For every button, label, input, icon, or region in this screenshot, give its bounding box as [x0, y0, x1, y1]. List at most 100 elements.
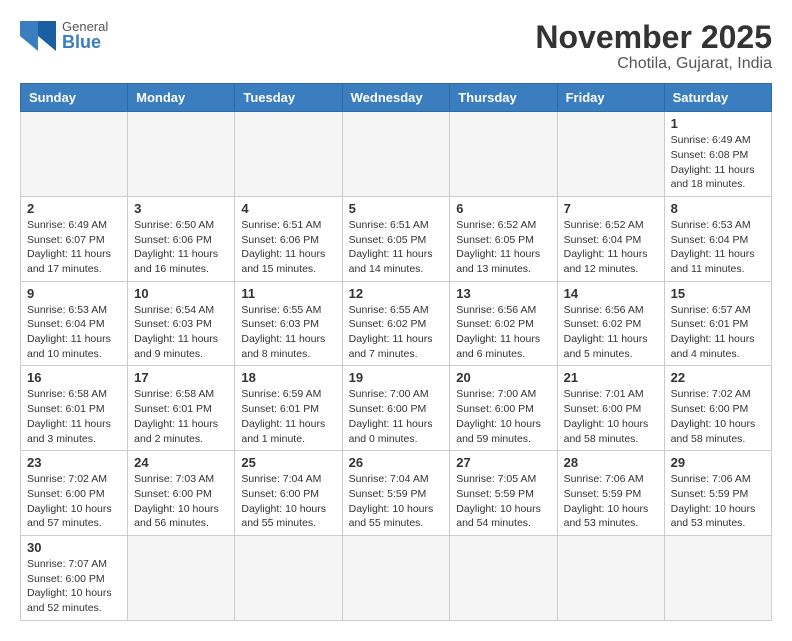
- day-info: Sunrise: 6:54 AM Sunset: 6:03 PM Dayligh…: [134, 303, 228, 362]
- day-number: 10: [134, 286, 228, 301]
- calendar-cell: [235, 535, 342, 620]
- day-info: Sunrise: 6:51 AM Sunset: 6:06 PM Dayligh…: [241, 218, 335, 277]
- day-number: 6: [456, 201, 550, 216]
- calendar-cell: 26 Sunrise: 7:04 AM Sunset: 5:59 PM Dayli…: [342, 451, 450, 536]
- day-number: 27: [456, 455, 550, 470]
- day-info: Sunrise: 7:07 AM Sunset: 6:00 PM Dayligh…: [27, 557, 121, 616]
- calendar-week-row: 16 Sunrise: 6:58 AM Sunset: 6:01 PM Dayli…: [21, 366, 772, 451]
- day-info: Sunrise: 7:03 AM Sunset: 6:00 PM Dayligh…: [134, 472, 228, 531]
- calendar-cell: [342, 535, 450, 620]
- calendar-cell: 25 Sunrise: 7:04 AM Sunset: 6:00 PM Dayli…: [235, 451, 342, 536]
- day-info: Sunrise: 6:51 AM Sunset: 6:05 PM Dayligh…: [349, 218, 444, 277]
- day-number: 16: [27, 370, 121, 385]
- day-info: Sunrise: 6:50 AM Sunset: 6:06 PM Dayligh…: [134, 218, 228, 277]
- calendar: SundayMondayTuesdayWednesdayThursdayFrid…: [20, 83, 772, 621]
- day-of-week-header: Monday: [128, 84, 235, 112]
- calendar-cell: 10 Sunrise: 6:54 AM Sunset: 6:03 PM Dayli…: [128, 281, 235, 366]
- day-of-week-header: Sunday: [21, 84, 128, 112]
- day-number: 24: [134, 455, 228, 470]
- day-info: Sunrise: 7:02 AM Sunset: 6:00 PM Dayligh…: [27, 472, 121, 531]
- calendar-cell: [342, 112, 450, 197]
- day-info: Sunrise: 6:49 AM Sunset: 6:08 PM Dayligh…: [671, 133, 765, 192]
- day-info: Sunrise: 6:52 AM Sunset: 6:05 PM Dayligh…: [456, 218, 550, 277]
- calendar-cell: 11Sunrise: 6:55 AM Sunset: 6:03 PM Dayli…: [235, 281, 342, 366]
- day-number: 30: [27, 540, 121, 555]
- month-title: November 2025: [535, 20, 772, 55]
- calendar-cell: 9Sunrise: 6:53 AM Sunset: 6:04 PM Daylig…: [21, 281, 128, 366]
- calendar-cell: [128, 535, 235, 620]
- day-number: 20: [456, 370, 550, 385]
- day-number: 21: [564, 370, 658, 385]
- calendar-cell: [557, 112, 664, 197]
- day-info: Sunrise: 7:06 AM Sunset: 5:59 PM Dayligh…: [564, 472, 658, 531]
- calendar-cell: 7 Sunrise: 6:52 AM Sunset: 6:04 PM Daylig…: [557, 196, 664, 281]
- calendar-cell: 18Sunrise: 6:59 AM Sunset: 6:01 PM Dayli…: [235, 366, 342, 451]
- calendar-cell: 30 Sunrise: 7:07 AM Sunset: 6:00 PM Dayli…: [21, 535, 128, 620]
- calendar-cell: 16 Sunrise: 6:58 AM Sunset: 6:01 PM Dayli…: [21, 366, 128, 451]
- calendar-header-row: SundayMondayTuesdayWednesdayThursdayFrid…: [21, 84, 772, 112]
- day-number: 17: [134, 370, 228, 385]
- day-of-week-header: Thursday: [450, 84, 557, 112]
- day-number: 14: [564, 286, 658, 301]
- day-info: Sunrise: 6:56 AM Sunset: 6:02 PM Dayligh…: [456, 303, 550, 362]
- day-number: 19: [349, 370, 444, 385]
- day-info: Sunrise: 6:53 AM Sunset: 6:04 PM Dayligh…: [671, 218, 765, 277]
- calendar-cell: 29Sunrise: 7:06 AM Sunset: 5:59 PM Dayli…: [664, 451, 771, 536]
- calendar-cell: 2 Sunrise: 6:49 AM Sunset: 6:07 PM Daylig…: [21, 196, 128, 281]
- calendar-cell: [557, 535, 664, 620]
- day-info: Sunrise: 6:52 AM Sunset: 6:04 PM Dayligh…: [564, 218, 658, 277]
- day-of-week-header: Wednesday: [342, 84, 450, 112]
- day-info: Sunrise: 7:00 AM Sunset: 6:00 PM Dayligh…: [349, 387, 444, 446]
- day-number: 22: [671, 370, 765, 385]
- day-number: 2: [27, 201, 121, 216]
- day-number: 15: [671, 286, 765, 301]
- day-info: Sunrise: 6:58 AM Sunset: 6:01 PM Dayligh…: [27, 387, 121, 446]
- day-number: 26: [349, 455, 444, 470]
- calendar-cell: 27 Sunrise: 7:05 AM Sunset: 5:59 PM Dayli…: [450, 451, 557, 536]
- location: Chotila, Gujarat, India: [535, 55, 772, 73]
- calendar-cell: 15 Sunrise: 6:57 AM Sunset: 6:01 PM Dayli…: [664, 281, 771, 366]
- logo-icon: [20, 21, 56, 51]
- calendar-cell: 22Sunrise: 7:02 AM Sunset: 6:00 PM Dayli…: [664, 366, 771, 451]
- calendar-cell: 8Sunrise: 6:53 AM Sunset: 6:04 PM Daylig…: [664, 196, 771, 281]
- calendar-week-row: 1 Sunrise: 6:49 AM Sunset: 6:08 PM Daylig…: [21, 112, 772, 197]
- day-number: 28: [564, 455, 658, 470]
- day-number: 4: [241, 201, 335, 216]
- day-number: 12: [349, 286, 444, 301]
- logo-text: General Blue: [62, 20, 108, 51]
- calendar-week-row: 9Sunrise: 6:53 AM Sunset: 6:04 PM Daylig…: [21, 281, 772, 366]
- day-number: 9: [27, 286, 121, 301]
- day-info: Sunrise: 6:49 AM Sunset: 6:07 PM Dayligh…: [27, 218, 121, 277]
- calendar-cell: 21Sunrise: 7:01 AM Sunset: 6:00 PM Dayli…: [557, 366, 664, 451]
- calendar-week-row: 2 Sunrise: 6:49 AM Sunset: 6:07 PM Daylig…: [21, 196, 772, 281]
- day-info: Sunrise: 7:05 AM Sunset: 5:59 PM Dayligh…: [456, 472, 550, 531]
- day-number: 13: [456, 286, 550, 301]
- calendar-cell: 24 Sunrise: 7:03 AM Sunset: 6:00 PM Dayli…: [128, 451, 235, 536]
- calendar-cell: 13 Sunrise: 6:56 AM Sunset: 6:02 PM Dayli…: [450, 281, 557, 366]
- day-number: 5: [349, 201, 444, 216]
- calendar-cell: 20Sunrise: 7:00 AM Sunset: 6:00 PM Dayli…: [450, 366, 557, 451]
- day-number: 7: [564, 201, 658, 216]
- day-number: 3: [134, 201, 228, 216]
- day-of-week-header: Saturday: [664, 84, 771, 112]
- calendar-cell: 17Sunrise: 6:58 AM Sunset: 6:01 PM Dayli…: [128, 366, 235, 451]
- day-number: 1: [671, 116, 765, 131]
- day-info: Sunrise: 7:06 AM Sunset: 5:59 PM Dayligh…: [671, 472, 765, 531]
- day-number: 25: [241, 455, 335, 470]
- calendar-cell: 3 Sunrise: 6:50 AM Sunset: 6:06 PM Daylig…: [128, 196, 235, 281]
- calendar-cell: 1 Sunrise: 6:49 AM Sunset: 6:08 PM Daylig…: [664, 112, 771, 197]
- calendar-cell: [664, 535, 771, 620]
- day-info: Sunrise: 7:04 AM Sunset: 6:00 PM Dayligh…: [241, 472, 335, 531]
- day-number: 11: [241, 286, 335, 301]
- day-info: Sunrise: 6:57 AM Sunset: 6:01 PM Dayligh…: [671, 303, 765, 362]
- logo: General Blue: [20, 20, 108, 51]
- day-info: Sunrise: 7:04 AM Sunset: 5:59 PM Dayligh…: [349, 472, 444, 531]
- day-number: 18: [241, 370, 335, 385]
- day-number: 23: [27, 455, 121, 470]
- day-of-week-header: Tuesday: [235, 84, 342, 112]
- calendar-cell: 28 Sunrise: 7:06 AM Sunset: 5:59 PM Dayli…: [557, 451, 664, 536]
- day-info: Sunrise: 6:56 AM Sunset: 6:02 PM Dayligh…: [564, 303, 658, 362]
- calendar-cell: [450, 535, 557, 620]
- day-of-week-header: Friday: [557, 84, 664, 112]
- calendar-cell: [128, 112, 235, 197]
